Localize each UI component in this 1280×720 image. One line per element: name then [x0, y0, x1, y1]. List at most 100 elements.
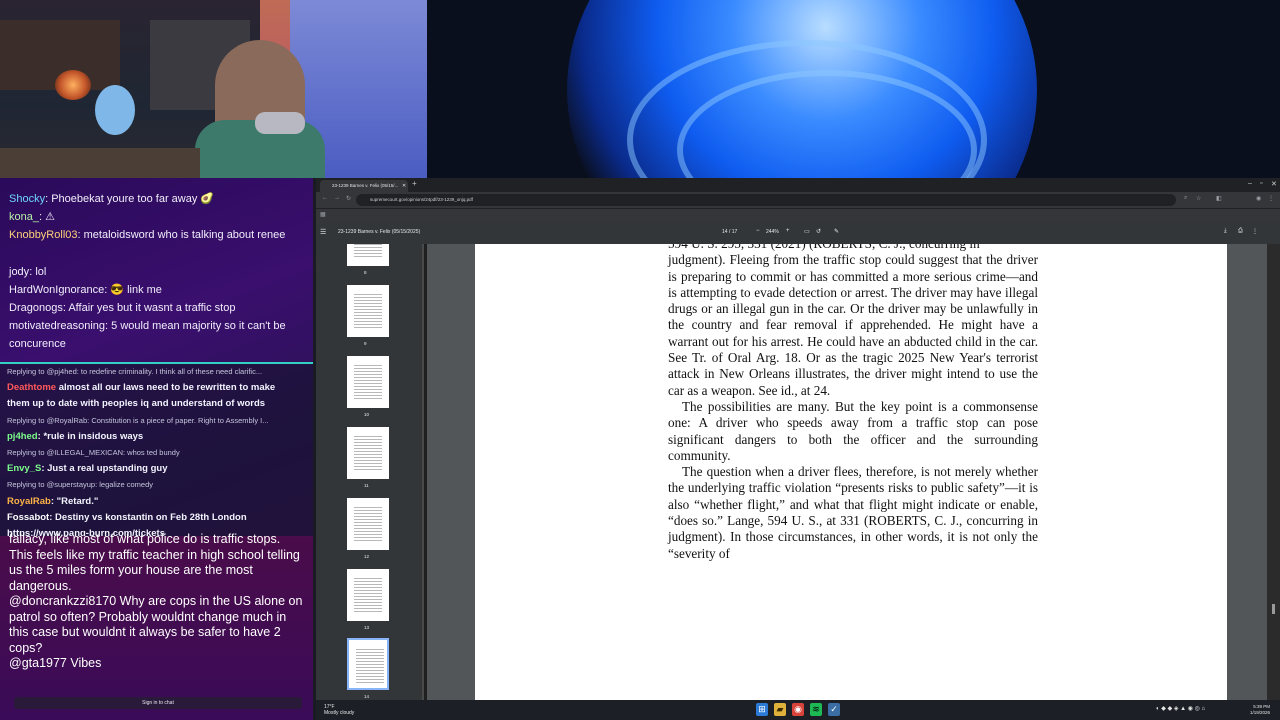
- apps-icon[interactable]: ▦: [320, 211, 326, 218]
- chat-message: HardWonIgnorance: 😎 link me: [9, 283, 162, 296]
- page-text: 594 U. S. 295, 331 (2021) (ROBERTS, C. J…: [668, 244, 1038, 562]
- tab-title: 23-1239 Barnes v. Felix (05/15/...: [332, 183, 399, 188]
- chat-message: kona_: ⚠: [9, 211, 55, 224]
- pdf-toolbar: ☰ 23-1239 Barnes v. Felix (05/15/2025) 1…: [316, 222, 1280, 244]
- rotate-icon[interactable]: ↺: [816, 228, 821, 235]
- page-thumbnail[interactable]: [347, 569, 389, 621]
- chat-message: @doncrankzzi8170 Why are cops in the US …: [9, 594, 303, 655]
- clock-date: 1/19/2026: [1250, 710, 1271, 715]
- chat-message: @gta1977 Vibes: [9, 656, 102, 670]
- chat-panel: Shocky: Phoebekat youre too far away 🥑 k…: [0, 178, 316, 720]
- microphone: [255, 112, 305, 134]
- scrollbar-thumb[interactable]: [1272, 604, 1275, 614]
- reply-context: Replying to @pj4hed: to redefine crimina…: [7, 367, 263, 376]
- tab-strip: 23-1239 Barnes v. Felix (05/15/... ✕ + –…: [316, 178, 1280, 192]
- url-text: supremecourt.gov/opinions/24pdf/23-1239_…: [370, 197, 473, 202]
- chat-message: Fossabot: Destiny vs konstantin on Feb 2…: [7, 511, 247, 523]
- browser-window: 23-1239 Barnes v. Felix (05/15/... ✕ + –…: [316, 178, 1280, 700]
- fit-page-icon[interactable]: ▭: [804, 228, 810, 235]
- windows-start-icon[interactable]: ⊞: [756, 703, 768, 716]
- taskbar-apps: ⊞ ▰ ◉ ≋ ✓: [756, 703, 840, 716]
- page-thumbnail[interactable]: [347, 427, 389, 479]
- thumbnail-scrollbar[interactable]: [422, 244, 424, 700]
- chat-message: motivatedreasoning: 5 would mean majorit…: [9, 320, 286, 333]
- download-icon[interactable]: ⤓: [1224, 228, 1227, 235]
- page-indicator[interactable]: 14 / 17: [722, 229, 737, 235]
- chat-message-continued: them up to date with peoples iq and unde…: [7, 398, 266, 410]
- annotate-icon[interactable]: ✎: [834, 228, 839, 235]
- reply-context: Replying to @superstayup: legalize comed…: [7, 480, 154, 490]
- pdf-page: 594 U. S. 295, 331 (2021) (ROBERTS, C. J…: [475, 244, 1227, 700]
- pdf-more-icon[interactable]: ⋮: [1252, 228, 1258, 235]
- minimize-icon[interactable]: –: [1248, 180, 1252, 187]
- thumbnail-sidebar: 8 9 10 11 12 13 14: [316, 244, 424, 700]
- pdf-viewer: 594 U. S. 295, 331 (2021) (ROBERTS, C. J…: [427, 244, 1280, 700]
- reload-icon[interactable]: ↻: [346, 195, 351, 202]
- reply-context: Replying to @RoyalRab: Constitution is a…: [7, 415, 269, 425]
- chat-overlay-strip: Replying to @pj4hed: to redefine crimina…: [0, 362, 313, 539]
- thumbnail-number: 8: [364, 270, 367, 275]
- chat-message: KnobbyRoll03: metaloidsword who is talki…: [9, 229, 286, 242]
- thumbnail-number: 12: [364, 554, 370, 559]
- chat-message: pj4hed: *rule in insidous ways: [7, 430, 144, 442]
- close-window-icon[interactable]: ✕: [1271, 180, 1277, 188]
- page-thumbnail[interactable]: [347, 285, 389, 337]
- maximize-icon[interactable]: ▫: [1260, 180, 1262, 187]
- plush-toy: [95, 85, 135, 135]
- thumbnail-number: 11: [364, 483, 369, 488]
- menu-icon[interactable]: ⋮: [1268, 195, 1274, 202]
- thumbnail-number: 10: [364, 412, 370, 417]
- clock[interactable]: 5:39 PM 1/19/2026: [1250, 704, 1270, 716]
- weather-widget[interactable]: 17°F Mostly cloudy: [324, 704, 354, 716]
- chat-message: Envy_S: Just a real upstanding guy: [7, 463, 168, 475]
- zoom-level[interactable]: 244%: [766, 229, 779, 235]
- thumbnail-number: 9: [364, 341, 367, 346]
- reply-context: Replying to @ILLEGAL_MEXICAN: whos ted b…: [7, 448, 180, 458]
- zoom-out-icon[interactable]: −: [756, 228, 760, 234]
- back-icon[interactable]: ←: [322, 195, 328, 201]
- chat-message: Shocky: Phoebekat youre too far away 🥑: [9, 193, 215, 205]
- zoom-in-icon[interactable]: +: [786, 228, 790, 234]
- new-tab-button[interactable]: +: [412, 179, 417, 188]
- extensions-icon[interactable]: ◧: [1216, 195, 1222, 202]
- chat-message: Deathtome almost all our laws need to be…: [7, 382, 276, 394]
- chat-message: Dragonogs: Affair yes but it wasnt a tra…: [9, 302, 236, 315]
- spotify-icon[interactable]: ≋: [810, 703, 822, 716]
- taskbar: 17°F Mostly cloudy ⊞ ▰ ◉ ≋ ✓ ◐ ◆ ◆ ◈ ▲ ◉…: [316, 700, 1280, 720]
- close-icon[interactable]: ✕: [402, 180, 406, 192]
- address-bar[interactable]: supremecourt.gov/opinions/24pdf/23-1239_…: [356, 194, 1176, 206]
- zoom-icon[interactable]: ⌕: [1184, 195, 1187, 202]
- webcam-feed: [0, 0, 427, 178]
- sign-in-button[interactable]: Sign in to chat: [14, 697, 302, 709]
- file-explorer-icon[interactable]: ▰: [774, 703, 786, 716]
- chat-spacer: [0, 245, 313, 263]
- profile-icon[interactable]: ◉: [1256, 195, 1261, 202]
- paragraph: The possibilities are many. But the key …: [668, 398, 1038, 463]
- desk: [0, 148, 200, 178]
- page-thumbnail[interactable]: [347, 356, 389, 408]
- chat-message: jody: lol: [9, 265, 47, 278]
- weather-desc: Mostly cloudy: [324, 710, 355, 716]
- desktop-wallpaper: [427, 0, 1280, 178]
- top-line: 594 U. S. 295, 331 (2021) (ROBERTS, C. J…: [668, 244, 1038, 252]
- chat-messages: Shocky: Phoebekat youre too far away 🥑 k…: [0, 178, 313, 354]
- page-thumbnail-active[interactable]: [347, 638, 389, 690]
- pdf-scrollbar[interactable]: [1267, 244, 1280, 700]
- page-thumbnail[interactable]: [347, 244, 389, 266]
- chat-message: RoyalRab: "Retard.": [7, 495, 99, 507]
- chat-lower-panel: fallacy, like most of what police do is …: [0, 532, 313, 720]
- chat-message: concurence: [9, 338, 66, 351]
- thumbnail-number: 13: [364, 625, 370, 630]
- forward-icon[interactable]: →: [334, 195, 340, 201]
- system-tray[interactable]: ◐ ◆ ◆ ◈ ▲ ◉ ◎ ⌂: [1156, 705, 1205, 712]
- chrome-icon[interactable]: ◉: [792, 703, 804, 716]
- sidebar-menu-icon[interactable]: ☰: [320, 228, 326, 236]
- thumbnail-number: 14: [364, 694, 370, 699]
- page-thumbnail[interactable]: [347, 498, 389, 550]
- bookmark-star-icon[interactable]: ☆: [1196, 195, 1201, 202]
- print-icon[interactable]: ⎙: [1238, 228, 1243, 235]
- steam-icon[interactable]: ✓: [828, 703, 840, 716]
- tab-pdf[interactable]: 23-1239 Barnes v. Felix (05/15/... ✕: [320, 180, 408, 192]
- bookmarks-bar: ▦: [316, 208, 1280, 222]
- paragraph: judgment). Fleeing from the traffic stop…: [668, 252, 1038, 398]
